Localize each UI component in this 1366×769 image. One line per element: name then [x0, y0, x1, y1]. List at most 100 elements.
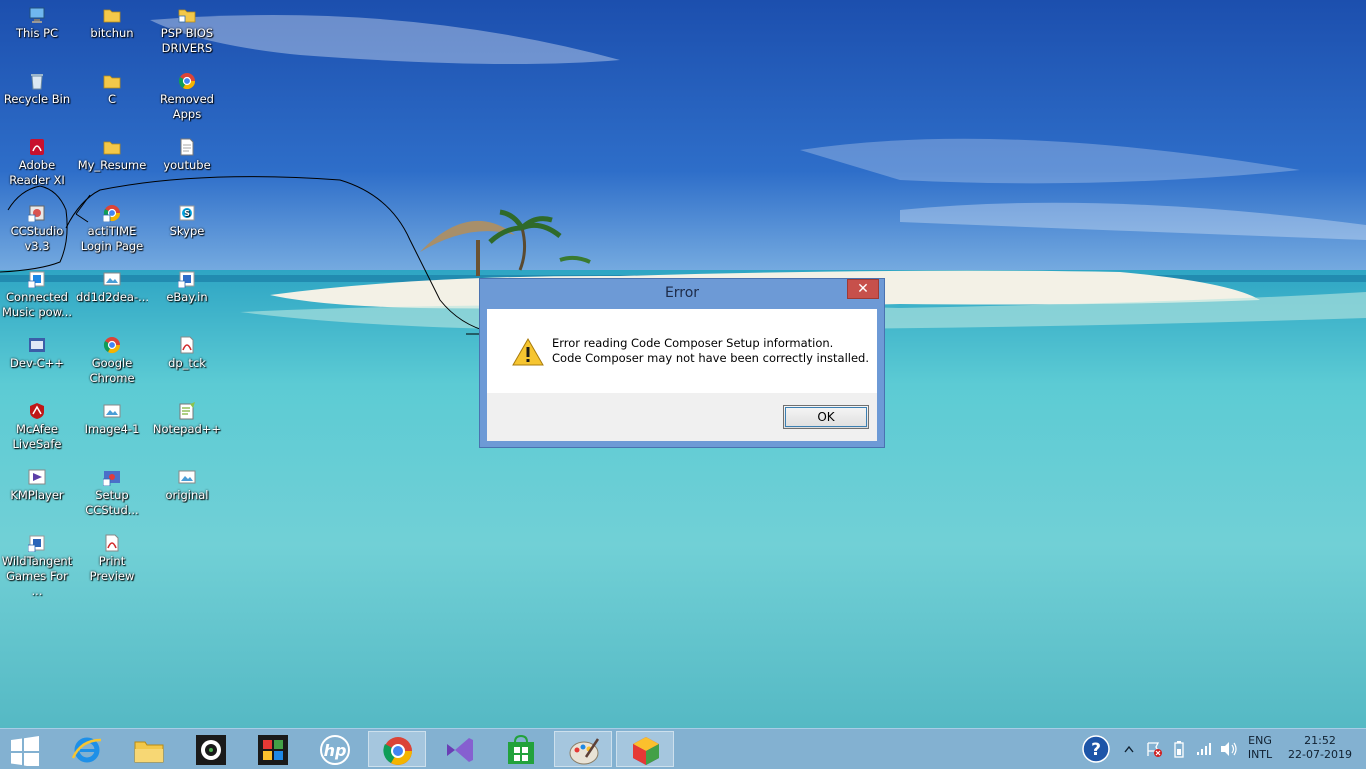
- desktop-icon[interactable]: PSP BIOS DRIVERS: [151, 6, 223, 56]
- taskbar-button-webcam[interactable]: [182, 731, 240, 767]
- folder-icon: [103, 9, 121, 23]
- dialog-body: Error reading Code Composer Setup inform…: [487, 309, 877, 393]
- wifi-signal-icon[interactable]: [1196, 742, 1212, 756]
- puzzle-app-icon: [258, 735, 288, 765]
- language-code: ENG: [1248, 734, 1272, 747]
- desktop-icon-label: Removed Apps: [160, 92, 214, 121]
- desktop-icon-label: Connected Music pow...: [1, 290, 73, 319]
- dialog-titlebar[interactable]: Error ✕: [480, 279, 884, 309]
- desktop-icon-label: My_Resume: [77, 158, 147, 172]
- ccstudio-icon: [28, 205, 45, 222]
- taskbar-button-paint[interactable]: [554, 731, 612, 767]
- desktop-icon[interactable]: McAfee LiveSafe: [1, 402, 73, 452]
- taskbar-button-file-explorer[interactable]: [120, 731, 178, 767]
- svg-text:S: S: [184, 209, 190, 218]
- chrome-shortcut-icon: [103, 205, 121, 222]
- desktop-icon[interactable]: C: [76, 72, 148, 107]
- file-explorer-icon: [134, 741, 164, 763]
- battery-icon[interactable]: [1172, 740, 1186, 758]
- action-center-icon[interactable]: [1146, 741, 1162, 757]
- desktop-icon[interactable]: This PC: [1, 6, 73, 41]
- image-file-icon: [103, 272, 121, 286]
- desktop-icon[interactable]: Adobe Reader XI: [1, 138, 73, 188]
- desktop-icon-label: Google Chrome: [89, 356, 135, 385]
- desktop-icon[interactable]: bitchun: [76, 6, 148, 41]
- taskbar-button-cube-app[interactable]: [616, 731, 674, 767]
- desktop-icon-label: This PC: [15, 26, 59, 40]
- devcpp-icon: [29, 338, 45, 352]
- clock-time: 21:52: [1304, 734, 1336, 747]
- wildtangent-icon: [28, 535, 45, 552]
- desktop-icon[interactable]: Connected Music pow...: [1, 270, 73, 320]
- desktop-icon[interactable]: Recycle Bin: [1, 72, 73, 107]
- desktop-icon-label: WildTangent Games For ...: [1, 554, 73, 598]
- desktop-icon[interactable]: KMPlayer: [1, 468, 73, 503]
- pdf-icon: [180, 336, 194, 354]
- dialog-close-button[interactable]: ✕: [847, 279, 879, 299]
- taskbar-button-internet-explorer[interactable]: [58, 731, 116, 767]
- desktop-icon-label: Adobe Reader XI: [9, 158, 65, 187]
- desktop-icon[interactable]: WildTangent Games For ...: [1, 534, 73, 599]
- keyboard-layout: INTL: [1247, 748, 1273, 761]
- desktop-icon-label: youtube: [163, 158, 211, 172]
- desktop-icon-label: CCStudio v3.3: [10, 224, 64, 253]
- dialog-footer: OK: [487, 393, 877, 441]
- desktop-icon[interactable]: Dev-C++: [1, 336, 73, 371]
- desktop-icon-label: Image4-1: [84, 422, 140, 436]
- taskbar-button-store[interactable]: [492, 731, 550, 767]
- image-file-icon: [178, 470, 196, 484]
- ok-button[interactable]: OK: [783, 405, 869, 429]
- desktop-icon[interactable]: CCStudio v3.3: [1, 204, 73, 254]
- taskbar-button-app-puzzle[interactable]: [244, 731, 302, 767]
- music-app-icon: [28, 271, 45, 288]
- speaker-icon[interactable]: [1220, 741, 1238, 757]
- desktop-icon[interactable]: Print Preview: [76, 534, 148, 584]
- cube-app-icon: [633, 737, 659, 765]
- desktop-icon[interactable]: My_Resume: [76, 138, 148, 173]
- desktop-icon[interactable]: youtube: [151, 138, 223, 173]
- desktop-icon-label: Notepad++: [152, 422, 222, 436]
- desktop-icon-label: eBay.in: [166, 290, 208, 304]
- desktop-icon-label: Recycle Bin: [3, 92, 71, 106]
- desktop-icon[interactable]: eBay.in: [151, 270, 223, 305]
- image-file-icon: [103, 404, 121, 418]
- help-icon[interactable]: ?: [1082, 735, 1110, 763]
- desktop-icon[interactable]: dd1d2dea-...: [76, 270, 148, 305]
- show-hidden-icons-icon[interactable]: [1124, 745, 1134, 753]
- internet-explorer-icon: [71, 737, 102, 763]
- dialog-message-line-1: Error reading Code Composer Setup inform…: [552, 336, 834, 350]
- desktop-icon-label: C: [107, 92, 117, 106]
- windows-start-icon: [11, 736, 39, 766]
- pdf-icon: [105, 534, 119, 552]
- skype-icon: S: [179, 205, 195, 221]
- language-indicator[interactable]: ENG INTL: [1240, 734, 1280, 762]
- dialog-title: Error: [664, 285, 700, 301]
- hp-icon: hp: [320, 735, 350, 765]
- desktop-icon-label: original: [165, 488, 209, 502]
- desktop-icon[interactable]: actiTIME Login Page: [76, 204, 148, 254]
- dialog-message-line-2: Code Composer may not have been correctl…: [552, 351, 869, 365]
- desktop-icon[interactable]: S Skype: [151, 204, 223, 239]
- desktop-icon-label: KMPlayer: [10, 488, 64, 502]
- taskbar-button-visual-studio[interactable]: [430, 731, 488, 767]
- ebay-shortcut-icon: [178, 271, 195, 288]
- clock[interactable]: 21:52 22-07-2019: [1285, 734, 1355, 762]
- desktop-icon[interactable]: dp_tck: [151, 336, 223, 371]
- desktop-icon[interactable]: Removed Apps: [151, 72, 223, 122]
- desktop-icon[interactable]: Google Chrome: [76, 336, 148, 386]
- dialog-message: Error reading Code Composer Setup inform…: [552, 336, 869, 366]
- desktop-icon[interactable]: Image4-1: [76, 402, 148, 437]
- recycle-bin-icon: [31, 74, 43, 90]
- document-icon: [180, 138, 194, 156]
- visual-studio-icon: [447, 738, 473, 762]
- desktop-icon-label: dd1d2dea-...: [76, 290, 148, 304]
- taskbar-button-hp[interactable]: hp: [306, 731, 364, 767]
- desktop-icon[interactable]: Notepad++: [151, 402, 223, 437]
- desktop-icon[interactable]: original: [151, 468, 223, 503]
- taskbar-button-chrome[interactable]: [368, 731, 426, 767]
- folder-icon: [103, 75, 121, 89]
- clock-date: 22-07-2019: [1288, 748, 1352, 761]
- taskbar-button-start[interactable]: [0, 731, 54, 767]
- desktop-icon[interactable]: Setup CCStud...: [76, 468, 148, 518]
- setup-icon: [103, 471, 120, 486]
